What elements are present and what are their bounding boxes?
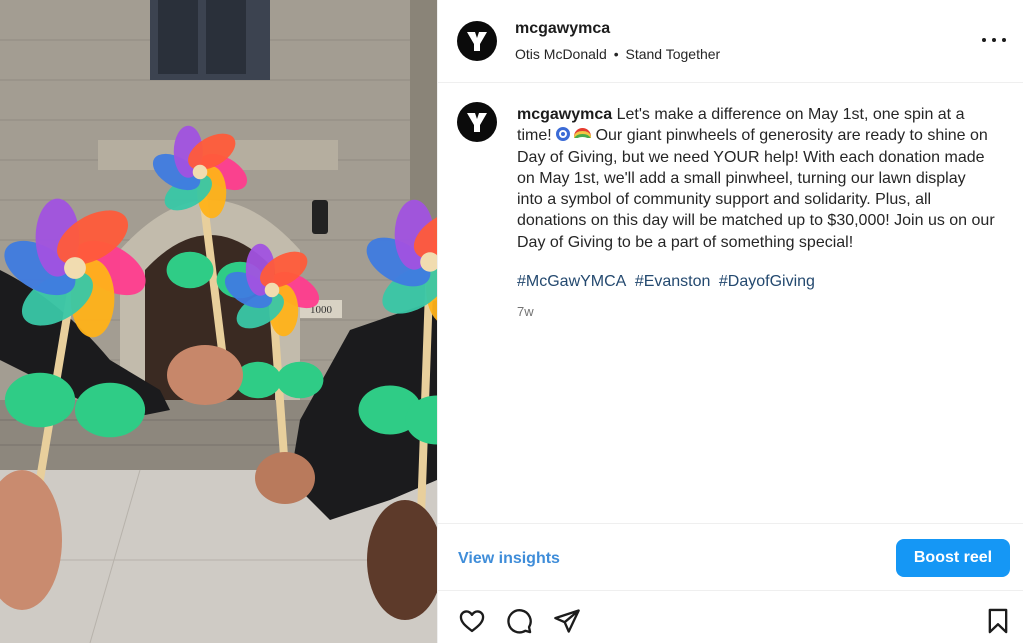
- reel-media[interactable]: 1000: [0, 0, 437, 643]
- pinwheel-leaf: [166, 251, 214, 289]
- more-options-button[interactable]: [982, 30, 1006, 50]
- insights-bar: View insights Boost reel: [438, 523, 1023, 591]
- cyclone-emoji-icon: [556, 127, 571, 142]
- ymca-logo-icon: [467, 32, 487, 51]
- hand: [255, 452, 315, 504]
- ymca-logo-icon: [467, 113, 487, 132]
- audio-track[interactable]: Stand Together: [626, 46, 721, 62]
- hashtag-link[interactable]: #DayofGiving: [719, 273, 815, 290]
- pinwheel-leaf: [276, 361, 324, 399]
- view-insights-link[interactable]: View insights: [458, 550, 560, 568]
- hashtag-list: #McGawYMCA #Evanston #DayofGiving: [517, 273, 819, 291]
- pinwheel-hub: [264, 282, 280, 298]
- pinwheel-leaf: [4, 372, 76, 428]
- comment-icon: [507, 609, 532, 634]
- action-bar: [438, 591, 1023, 643]
- caption-text: mcgawymca Let's make a difference on May…: [517, 104, 995, 253]
- avatar[interactable]: [457, 21, 497, 61]
- comment-button[interactable]: [505, 607, 533, 635]
- reel-video-frame: 1000: [0, 0, 437, 643]
- more-horizontal-icon: [982, 38, 986, 42]
- audio-artist[interactable]: Otis McDonald: [515, 46, 607, 62]
- wall-lantern: [312, 200, 328, 234]
- post-panel: mcgawymca Otis McDonald • Stand Together…: [437, 0, 1023, 643]
- post-header: mcgawymca Otis McDonald • Stand Together: [438, 0, 1023, 83]
- heart-icon: [459, 610, 485, 633]
- caption-part-2: Our giant pinwheels of generosity are re…: [517, 127, 995, 251]
- caption-avatar[interactable]: [457, 102, 497, 142]
- save-button[interactable]: [984, 607, 1012, 635]
- post-timestamp[interactable]: 7w: [517, 304, 534, 319]
- share-icon: [554, 609, 580, 633]
- share-button[interactable]: [553, 607, 581, 635]
- hand: [167, 345, 243, 405]
- pinwheel-hub: [192, 164, 208, 180]
- caption-section: mcgawymca Let's make a difference on May…: [438, 83, 1023, 523]
- hashtag-link[interactable]: #Evanston: [635, 273, 711, 290]
- pinwheel-leaf: [74, 382, 146, 438]
- pinwheel-hub: [64, 257, 86, 279]
- caption-username[interactable]: mcgawymca: [517, 106, 612, 123]
- hashtag-link[interactable]: #McGawYMCA: [517, 273, 626, 290]
- audio-attribution[interactable]: Otis McDonald • Stand Together: [515, 46, 720, 62]
- bookmark-icon: [988, 608, 1008, 634]
- post-username[interactable]: mcgawymca: [515, 20, 610, 38]
- like-button[interactable]: [458, 607, 486, 635]
- boost-reel-button[interactable]: Boost reel: [896, 539, 1010, 577]
- rainbow-emoji-icon: [574, 128, 592, 138]
- separator-dot: •: [613, 46, 619, 62]
